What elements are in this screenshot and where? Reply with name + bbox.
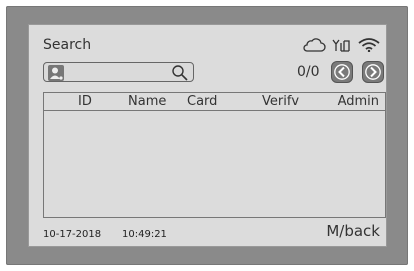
column-header-verify: Verifv	[262, 94, 300, 109]
page-count: 0/0	[297, 64, 320, 80]
wifi-icon	[358, 38, 380, 52]
page-title: Search	[43, 37, 92, 53]
next-page-button[interactable]	[362, 61, 384, 83]
footer-date: 10-17-2018	[43, 229, 102, 240]
column-header-card: Card	[187, 94, 218, 109]
column-header-name: Name	[128, 94, 167, 109]
device-screen: Search 0/0 ID Name Card Verifv Admin 10-…	[28, 24, 387, 247]
search-input[interactable]	[68, 64, 168, 80]
status-bar	[302, 36, 380, 54]
user-icon	[48, 65, 64, 81]
table-header: ID Name Card Verifv Admin	[44, 93, 385, 111]
footer-time: 10:49:21	[122, 229, 167, 240]
column-header-admin: Admin	[337, 94, 379, 109]
prev-page-button[interactable]	[331, 61, 353, 83]
search-field[interactable]	[43, 62, 194, 82]
antenna-icon	[332, 38, 352, 52]
column-header-id: ID	[78, 94, 92, 109]
chevron-left-icon	[334, 64, 350, 80]
results-table: ID Name Card Verifv Admin	[43, 92, 386, 218]
chevron-right-icon	[365, 64, 381, 80]
cloud-icon	[302, 38, 326, 52]
back-button[interactable]: M/back	[326, 222, 380, 240]
search-icon[interactable]	[171, 64, 189, 85]
